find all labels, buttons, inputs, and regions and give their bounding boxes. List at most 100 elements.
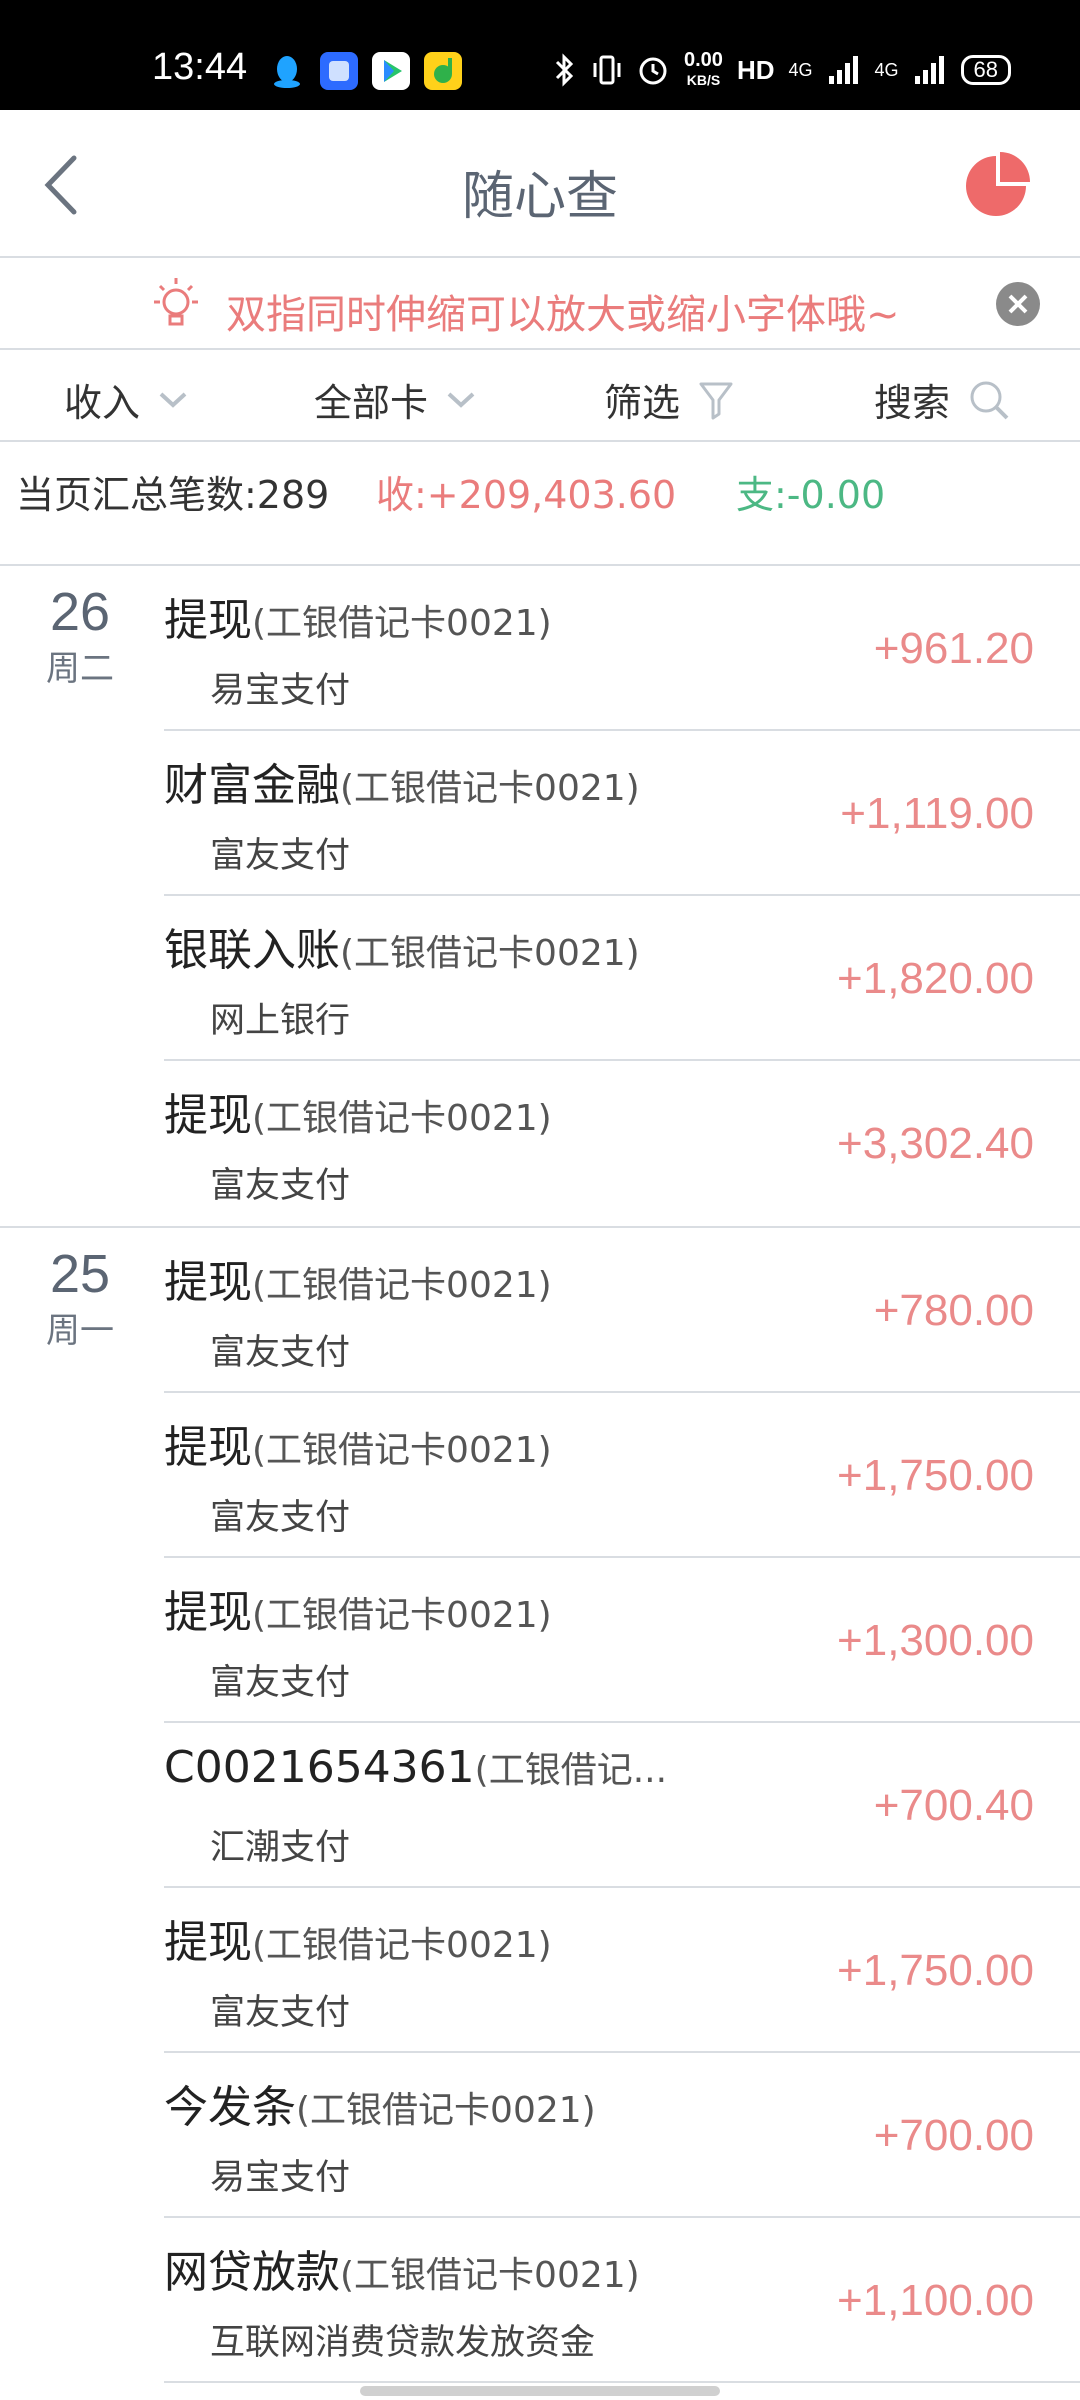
transaction-amount: +1,100.00 [837, 2276, 1034, 2325]
chevron-down-icon [447, 392, 475, 408]
transaction-row[interactable]: 网贷放款(工银借记卡0021) 互联网消费贷款发放资金 +1,100.00 [164, 2218, 1080, 2383]
transaction-row[interactable]: 提现(工银借记卡0021) 富友支付 +1,300.00 [164, 1558, 1080, 1723]
bluetooth-icon [555, 53, 574, 87]
transaction-name: 提现 [164, 1917, 252, 1968]
date-weekday: 周二 [46, 649, 114, 689]
transaction-name: C0021654361 [164, 1742, 475, 1793]
tip-text: 双指同时伸缩可以放大或缩小字体哦~ [226, 292, 900, 338]
network-speed: 0.00 KB/S [684, 50, 723, 90]
transaction-amount: +780.00 [873, 1286, 1034, 1335]
status-app-icons [268, 52, 462, 90]
transaction-list[interactable]: 26 周二 提现(工银借记卡0021) 易宝支付 +961.20 财富金融(工银… [0, 564, 1080, 2383]
video-app-icon [372, 52, 410, 90]
status-time: 13:44 [152, 46, 248, 88]
transaction-channel: 富友支付 [210, 1333, 351, 1373]
transaction-card: (工银借记卡0021) [252, 1265, 552, 1306]
filter-label: 筛选 [604, 381, 681, 425]
network-type-2: 4G [874, 59, 899, 80]
transaction-name: 财富金融 [164, 760, 340, 811]
transaction-card: (工银借记卡0021) [340, 768, 640, 809]
date-day: 26 [49, 582, 111, 642]
filter-button[interactable]: 筛选 [604, 372, 734, 427]
summary-expense: 支:-0.00 [736, 473, 886, 517]
transaction-card: (工银借记卡0021) [252, 1430, 552, 1471]
status-indicators: 0.00 KB/S HD 4G 4G 68 [552, 50, 1012, 90]
card-filter-label: 全部卡 [314, 381, 429, 425]
transaction-amount: +1,750.00 [837, 1946, 1034, 1995]
network-speed-unit: KB/S [686, 72, 721, 88]
lightbulb-icon [154, 278, 198, 326]
status-bar: 13:44 0.00 KB/S HD 4G 4G 68 [0, 0, 1080, 110]
transaction-amount: +1,750.00 [837, 1451, 1034, 1500]
transaction-name: 银联入账 [164, 925, 340, 976]
transaction-card: (工银借记卡0021) [252, 1925, 552, 1966]
transaction-title: 提现(工银借记卡0021) [164, 584, 552, 648]
transaction-amount: +700.40 [873, 1781, 1034, 1830]
signal-icon [828, 56, 858, 84]
transaction-card: (工银借记... [474, 1750, 668, 1791]
date-label: 26 周二 [0, 580, 160, 692]
chart-button[interactable] [960, 148, 1032, 220]
funnel-icon [699, 382, 733, 419]
transaction-name: 网贷放款 [164, 2247, 340, 2298]
transaction-row[interactable]: 财富金融(工银借记卡0021) 富友支付 +1,119.00 [164, 731, 1080, 896]
summary-income: 收:+209,403.60 [376, 473, 677, 517]
transaction-amount: +1,820.00 [837, 954, 1034, 1003]
transaction-row[interactable]: 提现(工银借记卡0021) 富友支付 +1,750.00 [164, 1888, 1080, 2053]
music-app-icon [424, 52, 462, 90]
transaction-card: (工银借记卡0021) [252, 603, 552, 644]
transaction-channel: 汇潮支付 [210, 1828, 351, 1868]
type-filter-dropdown[interactable]: 收入 [64, 372, 188, 427]
transaction-amount: +700.00 [873, 2111, 1034, 2160]
transaction-channel: 互联网消费贷款发放资金 [210, 2323, 596, 2363]
transaction-row[interactable]: 银联入账(工银借记卡0021) 网上银行 +1,820.00 [164, 896, 1080, 1061]
type-filter-label: 收入 [64, 381, 141, 425]
transaction-title: 银联入账(工银借记卡0021) [164, 914, 640, 978]
transaction-row[interactable]: C0021654361(工银借记... 汇潮支付 +700.40 [164, 1723, 1080, 1888]
search-button[interactable]: 搜索 [874, 372, 1010, 427]
transaction-amount: +1,119.00 [840, 789, 1034, 838]
qq-icon [268, 52, 306, 90]
transaction-name: 提现 [164, 1587, 252, 1638]
tip-close-button[interactable] [996, 282, 1040, 326]
transaction-card: (工银借记卡0021) [340, 933, 640, 974]
transaction-row[interactable]: 提现(工银借记卡0021) 易宝支付 +961.20 [164, 566, 1080, 731]
transaction-card: (工银借记卡0021) [252, 1098, 552, 1139]
transaction-name: 提现 [164, 1257, 252, 1308]
transaction-amount: +961.20 [873, 624, 1034, 673]
transaction-title: 财富金融(工银借记卡0021) [164, 749, 640, 813]
card-filter-dropdown[interactable]: 全部卡 [314, 372, 476, 427]
transaction-title: 提现(工银借记卡0021) [164, 1906, 552, 1970]
summary-bar: 当页汇总笔数:289 收:+209,403.60 支:-0.00 [0, 442, 1080, 562]
transaction-title: 网贷放款(工银借记卡0021) [164, 2236, 640, 2300]
transaction-row[interactable]: 提现(工银借记卡0021) 富友支付 +1,750.00 [164, 1393, 1080, 1558]
hd-indicator: HD [736, 54, 775, 85]
date-weekday: 周一 [46, 1311, 114, 1351]
date-group: 25 周一 提现(工银借记卡0021) 富友支付 +780.00 提现(工银借记… [0, 1226, 1080, 2383]
home-indicator[interactable] [360, 2386, 720, 2396]
transaction-card: (工银借记卡0021) [296, 2090, 596, 2131]
network-type-1: 4G [788, 59, 813, 80]
search-label: 搜索 [874, 381, 951, 425]
transaction-name: 提现 [164, 595, 252, 646]
transaction-name: 提现 [164, 1422, 252, 1473]
summary-count: 当页汇总笔数:289 [16, 473, 330, 517]
transaction-channel: 富友支付 [210, 1993, 351, 2033]
battery-indicator: 68 [960, 55, 1012, 85]
transaction-name: 今发条 [164, 2082, 296, 2133]
filter-bar: 收入 全部卡 筛选 搜索 [0, 350, 1080, 442]
transaction-card: (工银借记卡0021) [340, 2255, 640, 2296]
date-group: 26 周二 提现(工银借记卡0021) 易宝支付 +961.20 财富金融(工银… [0, 564, 1080, 1226]
chevron-down-icon [159, 392, 187, 408]
transaction-row[interactable]: 提现(工银借记卡0021) 富友支付 +780.00 [164, 1228, 1080, 1393]
transaction-row[interactable]: 提现(工银借记卡0021) 富友支付 +3,302.40 [164, 1061, 1080, 1226]
search-icon [970, 381, 1009, 419]
tip-banner: 双指同时伸缩可以放大或缩小字体哦~ [0, 258, 1080, 350]
transaction-amount: +1,300.00 [837, 1616, 1034, 1665]
transaction-row[interactable]: 今发条(工银借记卡0021) 易宝支付 +700.00 [164, 2053, 1080, 2218]
date-label: 25 周一 [0, 1242, 160, 1354]
transaction-channel: 富友支付 [210, 1498, 351, 1538]
transaction-title: 提现(工银借记卡0021) [164, 1246, 552, 1310]
transaction-channel: 易宝支付 [210, 671, 351, 711]
vibrate-icon [593, 55, 621, 85]
